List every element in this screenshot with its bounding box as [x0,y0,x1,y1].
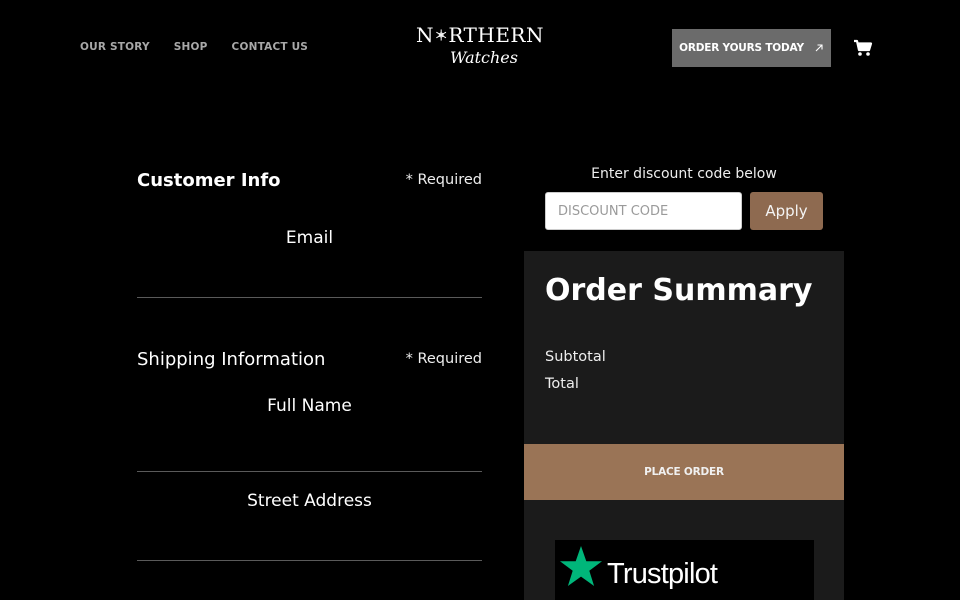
order-yours-today-button[interactable]: ORDER YOURS TODAY [672,29,831,67]
logo-letters-rthern: RTHERN [448,23,544,47]
street-address-field[interactable]: Street Address [137,472,482,561]
nav-shop[interactable]: SHOP [174,41,208,53]
nav-our-story[interactable]: OUR STORY [80,41,150,53]
checkout-form: Customer Info * Required Email Shipping … [137,165,482,561]
star-icon [560,546,602,586]
arrow-up-right-icon [815,44,823,52]
email-label: Email [285,228,334,248]
full-name-field[interactable]: Full Name [137,374,482,472]
discount-label: Enter discount code below [591,166,777,182]
discount-code-input[interactable] [545,192,742,230]
trustpilot-label: Trustpilot [607,558,718,590]
logo-letter-n: N [416,23,434,47]
cart-icon[interactable] [853,38,873,58]
main-nav: OUR STORY SHOP CONTACT US [80,41,308,53]
customer-info-header: Customer Info * Required [137,165,482,195]
shipping-info-header: Shipping Information * Required [137,344,482,374]
place-order-button[interactable]: PLACE ORDER [524,444,844,500]
northern-watches-logo[interactable]: N RTHERN Watches [416,22,544,74]
order-summary-panel: Order Summary Subtotal Total PLACE ORDER… [524,251,844,600]
street-address-label: Street Address [247,491,372,511]
full-name-label: Full Name [267,396,352,416]
apply-button[interactable]: Apply [750,192,823,230]
shipping-info-title: Shipping Information [137,348,326,370]
trustpilot-badge[interactable]: Trustpilot [555,540,814,600]
subtotal-label: Subtotal [545,349,606,365]
total-label: Total [545,376,579,392]
required-note: * Required [405,172,482,188]
cta-label: ORDER YOURS TODAY [679,42,804,54]
nav-contact-us[interactable]: CONTACT US [232,41,309,53]
logo-wordmark: N RTHERN [416,22,544,48]
snowflake-icon [436,29,447,41]
order-summary-title: Order Summary [545,273,813,308]
email-field[interactable]: Email [137,195,482,298]
customer-info-title: Customer Info [137,169,281,191]
required-note: * Required [405,351,482,367]
logo-subtitle: Watches [450,48,518,67]
